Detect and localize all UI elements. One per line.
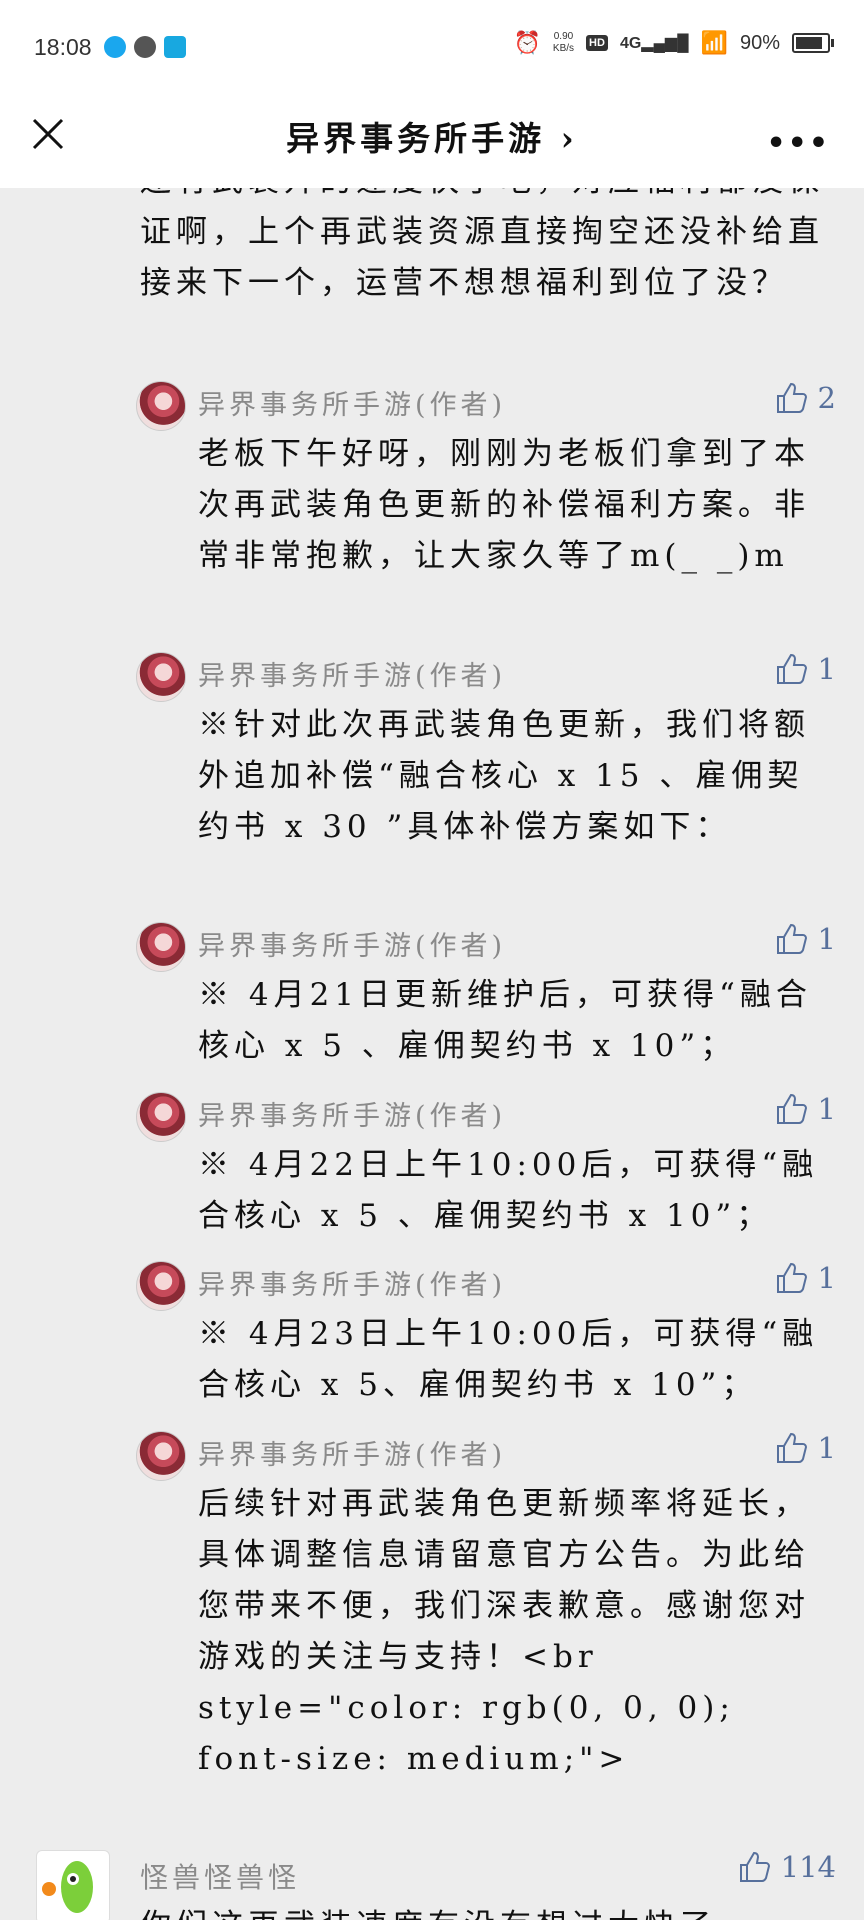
like-count: 1 [817, 652, 836, 686]
notification-icons [104, 36, 186, 58]
reply-author: 异界事务所手游(作者) [198, 390, 507, 421]
avatar[interactable] [136, 1261, 186, 1311]
like-count: 1 [817, 922, 836, 956]
reply-author: 异界事务所手游(作者) [198, 1101, 507, 1132]
avatar[interactable] [136, 922, 186, 972]
reply-text: ※ 4月23日上午10:00后，可获得“融合核心 x 5、雇佣契约书 x 10”… [198, 1316, 819, 1403]
status-time: 18:08 [34, 34, 92, 60]
nav-bar: 异界事务所手游 › ••• [0, 96, 864, 188]
reply-text: 老板下午好呀，刚刚为老板们拿到了本次再武装角色更新的补偿福利方案。非常非常抱歉，… [198, 436, 810, 574]
avatar[interactable] [136, 381, 186, 431]
like-count: 1 [817, 1431, 836, 1465]
like-button[interactable]: 1 [774, 922, 836, 956]
comment-author: 怪兽怪兽怪 [140, 1861, 301, 1894]
network-speed: 0.90 KB/s [553, 31, 574, 55]
network-speed-unit: KB/s [552, 43, 575, 54]
thumbs-up-icon [776, 1093, 807, 1124]
hd-icon: HD [586, 35, 608, 51]
avatar[interactable] [136, 1431, 186, 1481]
thumbs-up-icon [776, 1432, 807, 1463]
avatar[interactable] [136, 1092, 186, 1142]
reply-author: 异界事务所手游(作者) [198, 1270, 507, 1301]
status-bar: 18:08 ⏰ 0.90 KB/s HD 4G▂▄▆█ 📶 90% [0, 0, 864, 96]
thumbs-up-icon [776, 1262, 807, 1293]
app-notification-icon [164, 36, 186, 58]
avatar[interactable] [136, 652, 186, 702]
like-button[interactable]: 1 [774, 1431, 836, 1465]
thumbs-up-icon [776, 382, 807, 413]
like-button[interactable]: 1 [774, 1261, 836, 1295]
reply-text: ※ 4月22日上午10:00后，可获得“融合核心 x 5 、雇佣契约书 x 10… [198, 1147, 819, 1234]
like-button[interactable]: 114 [737, 1850, 836, 1884]
reply-text: 后续针对再武装角色更新频率将延长，具体调整信息请留意官方公告。为此给您带来不便，… [198, 1486, 810, 1777]
like-count: 1 [817, 1261, 836, 1295]
reply-text: ※ 4月21日更新维护后，可获得“融合核心 x 5 、雇佣契约书 x 10”； [198, 977, 812, 1064]
thumbs-up-icon [776, 923, 807, 954]
thumbs-up-icon [776, 653, 807, 684]
network-type: 4G [619, 35, 642, 52]
reply-author: 异界事务所手游(作者) [198, 661, 507, 692]
wifi-icon: 📶 [700, 30, 728, 55]
like-count: 1 [817, 1092, 836, 1126]
like-count: 114 [780, 1850, 836, 1884]
comment-thread: 还有武装升的速度快了吧，对应福利都没保证啊，上个再武装资源直接掏空还没补给直接来… [0, 188, 864, 1920]
avatar[interactable] [36, 1850, 110, 1920]
like-count: 2 [817, 381, 836, 415]
thumbs-up-icon [739, 1851, 770, 1882]
like-button[interactable]: 1 [774, 652, 836, 686]
like-button[interactable]: 2 [774, 381, 836, 415]
comment-text: 你们这再武装速度有没有想过太快了... [140, 1900, 761, 1920]
compass-icon [134, 36, 156, 58]
more-options-icon[interactable]: ••• [766, 126, 830, 161]
battery-percent: 90% [739, 31, 780, 54]
reply-text: ※针对此次再武装角色更新，我们将额外追加补偿“融合核心 x 15 、雇佣契约书 … [198, 707, 810, 845]
qq-icon [104, 36, 126, 58]
alarm-icon: ⏰ [513, 30, 541, 55]
network-speed-value: 0.90 [553, 31, 574, 42]
signal-icon: 4G▂▄▆█ [619, 35, 689, 52]
reply-author: 异界事务所手游(作者) [198, 1440, 507, 1471]
page-title[interactable]: 异界事务所手游 › [0, 112, 864, 160]
monster-avatar-icon [42, 1861, 93, 1913]
battery-icon [792, 33, 834, 53]
comment-text: 还有武装升的速度快了吧，对应福利都没保证啊，上个再武装资源直接掏空还没补给直接来… [140, 188, 824, 301]
reply-author: 异界事务所手游(作者) [198, 931, 507, 962]
like-button[interactable]: 1 [774, 1092, 836, 1126]
